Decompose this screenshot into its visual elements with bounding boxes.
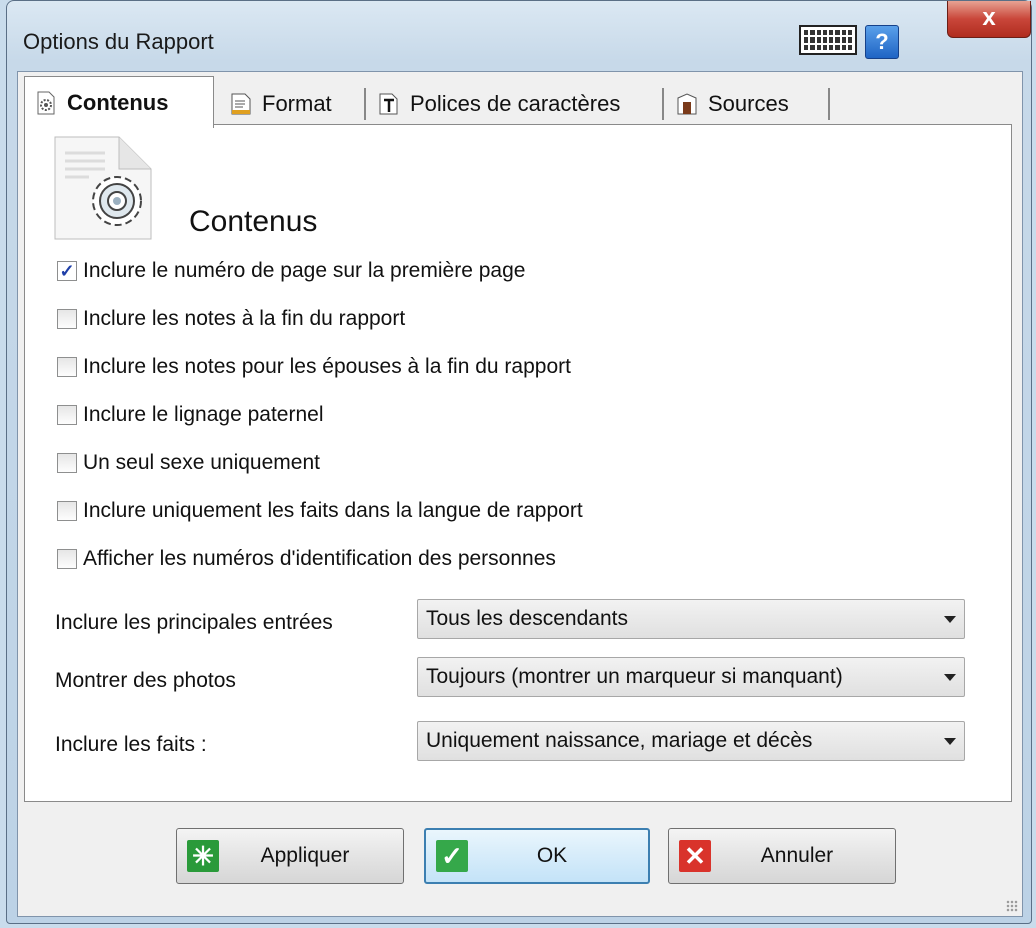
window-title: Options du Rapport [23,29,214,54]
select-value: Uniquement naissance, mariage et décès [426,729,813,752]
tab-label: Format [262,91,332,116]
chevron-down-icon [944,738,956,745]
select-value: Toujours (montrer un marqueur si manquan… [426,665,843,688]
select-main-entries[interactable]: Tous les descendants [417,599,965,639]
select-facts[interactable]: Uniquement naissance, mariage et décès [417,721,965,761]
checkbox-label: Inclure le lignage paternel [83,403,324,426]
ok-button-label: OK [536,844,568,867]
checkbox-row-paternal-line[interactable]: Inclure le lignage paternel [57,403,324,427]
checkbox-label: Inclure le numéro de page sur la premièr… [83,259,526,282]
gear-doc-icon [35,91,57,115]
cancel-button-label: Annuler [760,844,834,867]
chevron-down-icon [944,674,956,681]
checkbox-spouse-notes[interactable] [57,357,77,377]
tab-label: Polices de caractères [410,91,621,116]
field-label-facts: Inclure les faits : [55,733,207,756]
checkbox-row-spouse-notes[interactable]: Inclure les notes pour les épouses à la … [57,355,571,379]
checkbox-label: Inclure les notes pour les épouses à la … [83,355,571,378]
tab-contenus[interactable]: Contenus [24,76,214,128]
close-icon: ✕ [679,840,711,872]
checkbox-label: Afficher les numéros d'identification de… [83,547,556,570]
dialog-window: Options du Rapport ? x Contenus Format P… [6,0,1032,924]
field-label-photos: Montrer des photos [55,669,236,692]
tab-format[interactable]: Format [220,82,366,126]
tab-polices[interactable]: Polices de caractères [368,82,664,126]
field-label-main-entries: Inclure les principales entrées [55,611,333,634]
checkbox-row-single-sex[interactable]: Un seul sexe uniquement [57,451,320,475]
checkbox-single-sex[interactable] [57,453,77,473]
resize-grip[interactable] [1006,900,1018,912]
apply-button[interactable]: ✳ Appliquer [176,828,404,884]
select-value: Tous les descendants [426,607,628,630]
ok-button[interactable]: ✓ OK [424,828,650,884]
format-icon [230,92,252,116]
checkbox-id-numbers[interactable] [57,549,77,569]
tab-label: Contenus [67,89,169,115]
checkbox-notes-end[interactable] [57,309,77,329]
checkbox-row-report-language[interactable]: Inclure uniquement les faits dans la lan… [57,499,583,523]
sources-icon [676,92,698,116]
checkbox-label: Un seul sexe uniquement [83,451,320,474]
select-photos[interactable]: Toujours (montrer un marqueur si manquan… [417,657,965,697]
tab-panel-contenus: Contenus ✓ Inclure le numéro de page sur… [24,124,1012,802]
document-gear-icon [51,135,159,243]
tab-sources[interactable]: Sources [666,82,830,126]
check-icon: ✓ [436,840,468,872]
font-icon [378,92,400,116]
apply-button-label: Appliquer [260,844,350,867]
tab-strip: Contenus Format Polices de caractères So… [24,74,1016,128]
dialog-client: Contenus Format Polices de caractères So… [17,71,1023,917]
help-icon[interactable]: ? [865,25,899,59]
keyboard-icon[interactable] [799,25,857,55]
checkbox-label: Inclure les notes à la fin du rapport [83,307,406,330]
checkbox-row-notes-end[interactable]: Inclure les notes à la fin du rapport [57,307,405,331]
cancel-button[interactable]: ✕ Annuler [668,828,896,884]
panel-heading: Contenus [189,205,318,238]
checkbox-report-language[interactable] [57,501,77,521]
chevron-down-icon [944,616,956,623]
checkbox-row-id-numbers[interactable]: Afficher les numéros d'identification de… [57,547,556,571]
close-button[interactable]: x [947,1,1031,38]
checkbox-paternal-line[interactable] [57,405,77,425]
checkbox-label: Inclure uniquement les faits dans la lan… [83,499,583,522]
checkbox-row-page-number[interactable]: ✓ Inclure le numéro de page sur la premi… [57,259,525,283]
checkbox-page-number[interactable]: ✓ [57,261,77,281]
tab-label: Sources [708,91,789,116]
apply-sparkle-icon: ✳ [187,840,219,872]
